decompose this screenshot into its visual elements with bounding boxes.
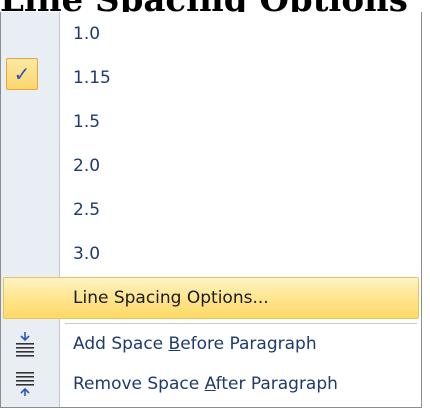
menu-item-label: 2.0 bbox=[73, 156, 101, 176]
remove-space-after-icon bbox=[16, 372, 34, 396]
line-spacing-menu: 1.0 ✓ 1.15 1.5 2.0 2.5 3.0 Line Spacing … bbox=[0, 12, 422, 408]
add-space-before-icon bbox=[16, 332, 34, 357]
menu-item-label: 1.15 bbox=[73, 68, 111, 88]
menu-item-spacing-1-0[interactable]: 1.0 bbox=[1, 12, 421, 56]
menu-item-label: 2.5 bbox=[73, 200, 101, 220]
menu-item-spacing-1-5[interactable]: 1.5 bbox=[1, 100, 421, 144]
menu-item-label: Line Spacing Options... bbox=[73, 288, 269, 308]
menu-item-label: Remove Space After Paragraph bbox=[73, 374, 338, 394]
menu-item-spacing-1-15[interactable]: ✓ 1.15 bbox=[1, 56, 421, 100]
menu-item-spacing-2-0[interactable]: 2.0 bbox=[1, 144, 421, 188]
menu-item-label: Add Space Before Paragraph bbox=[73, 334, 317, 354]
menu-item-label: 1.0 bbox=[73, 24, 101, 44]
menu-item-label: 3.0 bbox=[73, 244, 101, 264]
menu-item-add-space-before[interactable]: Add Space Before Paragraph bbox=[1, 322, 421, 366]
menu-item-label: 1.5 bbox=[73, 112, 101, 132]
checkmark-icon: ✓ bbox=[6, 58, 38, 90]
menu-item-remove-space-after[interactable]: Remove Space After Paragraph bbox=[1, 362, 421, 406]
menu-item-spacing-2-5[interactable]: 2.5 bbox=[1, 188, 421, 232]
menu-item-spacing-3-0[interactable]: 3.0 bbox=[1, 232, 421, 276]
menu-item-line-spacing-options[interactable]: Line Spacing Options... bbox=[1, 276, 421, 320]
